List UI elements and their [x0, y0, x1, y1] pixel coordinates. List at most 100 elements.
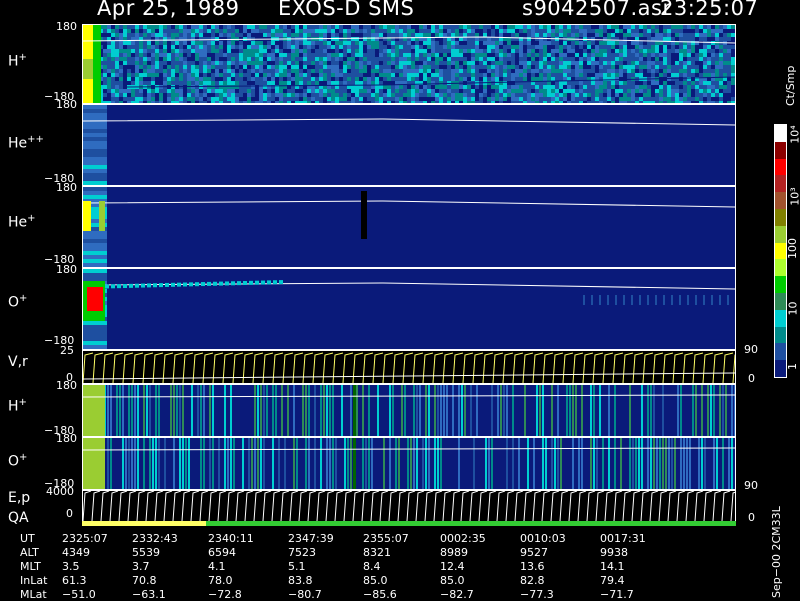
heatmap-cell: [615, 89, 619, 93]
heatmap-cell: [547, 69, 551, 73]
heatmap-cell: [639, 73, 643, 77]
heatmap-cell: [103, 77, 107, 81]
heatmap-cell: [539, 61, 543, 65]
heatmap-cell: [387, 93, 391, 97]
heatmap-cell: [363, 25, 367, 29]
heatmap-cell: [667, 97, 671, 101]
heatmap-cell: [307, 69, 311, 73]
ephemeris-cell: 3.7: [132, 560, 150, 573]
heatmap-cell: [687, 53, 691, 57]
heatmap-cell: [355, 93, 359, 97]
heatmap-cell: [635, 33, 639, 37]
heatmap-cell: [547, 85, 551, 89]
dispersed-signal: [105, 284, 109, 289]
spectrogram-panel-o-plus-2: [82, 437, 736, 490]
heatmap-cell: [711, 53, 715, 57]
heatmap-cell: [127, 61, 131, 65]
heatmap-cell: [435, 73, 439, 77]
stripe: [416, 438, 418, 489]
ytick-top: 180: [56, 20, 77, 33]
heatmap-cell: [439, 73, 443, 77]
heatmap-cell: [251, 101, 255, 103]
heatmap-cell: [223, 69, 227, 73]
heatmap-cell: [367, 93, 371, 97]
heatmap-cell: [347, 61, 351, 65]
stripe: [230, 438, 232, 489]
heatmap-cell: [323, 65, 327, 69]
stripe: [473, 438, 475, 489]
heatmap-cell: [183, 41, 187, 45]
heatmap-cell: [531, 45, 535, 49]
heatmap-cell: [195, 93, 199, 97]
heatmap-cell: [395, 53, 399, 57]
heatmap-cell: [171, 57, 175, 61]
heatmap-cell: [523, 69, 527, 73]
heatmap-cell: [483, 89, 487, 93]
heatmap-cell: [559, 73, 563, 77]
heatmap-cell: [211, 65, 215, 69]
heatmap-cell: [511, 29, 515, 33]
heatmap-cell: [503, 61, 507, 65]
heatmap-cell: [647, 61, 651, 65]
heatmap-cell: [379, 57, 383, 61]
heatmap-cell: [135, 49, 139, 53]
heatmap-cell: [335, 49, 339, 53]
heatmap-cell: [175, 57, 179, 61]
heatmap-cell: [507, 77, 511, 81]
heatmap-cell: [275, 89, 279, 93]
stripe: [158, 438, 160, 489]
heatmap-cell: [391, 85, 395, 89]
heatmap-cell: [179, 29, 183, 33]
heatmap-cell: [183, 65, 187, 69]
heatmap-cell: [723, 57, 727, 61]
heatmap-cell: [431, 89, 435, 93]
heatmap-cell: [83, 157, 107, 161]
heatmap-cell: [295, 61, 299, 65]
heatmap-cell: [727, 73, 731, 77]
heatmap-cell: [247, 93, 251, 97]
heatmap-cell: [635, 25, 639, 29]
heatmap-cell: [435, 45, 439, 49]
heatmap-cell: [351, 97, 355, 101]
heatmap-cell: [675, 77, 679, 81]
heatmap-cell: [311, 29, 315, 33]
heatmap-cell: [287, 61, 291, 65]
heatmap-cell: [639, 53, 643, 57]
heatmap-cell: [623, 57, 627, 61]
heatmap-cell: [563, 73, 567, 77]
heatmap-cell: [331, 45, 335, 49]
heatmap-cell: [711, 69, 715, 73]
stripe: [254, 385, 256, 436]
heatmap-cell: [139, 25, 143, 29]
heatmap-cell: [619, 69, 623, 73]
heatmap-cell: [567, 29, 571, 33]
stripe: [404, 385, 406, 436]
stripe: [539, 385, 541, 436]
heatmap-cell: [539, 49, 543, 53]
heatmap-cell: [103, 53, 107, 57]
stripe: [110, 385, 112, 436]
heatmap-cell: [227, 53, 231, 57]
heatmap-cell: [475, 69, 479, 73]
heatmap-cell: [467, 49, 471, 53]
heatmap-cell: [103, 93, 107, 97]
heatmap-cell: [431, 65, 435, 69]
stripe: [401, 385, 403, 436]
heatmap-cell: [195, 65, 199, 69]
heatmap-cell: [287, 89, 291, 93]
heatmap-cell: [479, 53, 483, 57]
heatmap-cell: [403, 45, 407, 49]
heatmap-cell: [143, 57, 147, 61]
heatmap-cell: [311, 33, 315, 37]
heatmap-cell: [331, 97, 335, 101]
stripe: [566, 385, 568, 436]
heatmap-cell: [399, 69, 403, 73]
heatmap-cell: [599, 65, 603, 69]
ephemeris-cell: −82.7: [440, 588, 474, 601]
stripe: [179, 438, 181, 489]
stripe: [542, 385, 544, 436]
heatmap-cell: [311, 81, 315, 85]
heatmap-cell: [595, 53, 599, 57]
stripe: [146, 385, 148, 436]
heatmap-cell: [631, 89, 635, 93]
